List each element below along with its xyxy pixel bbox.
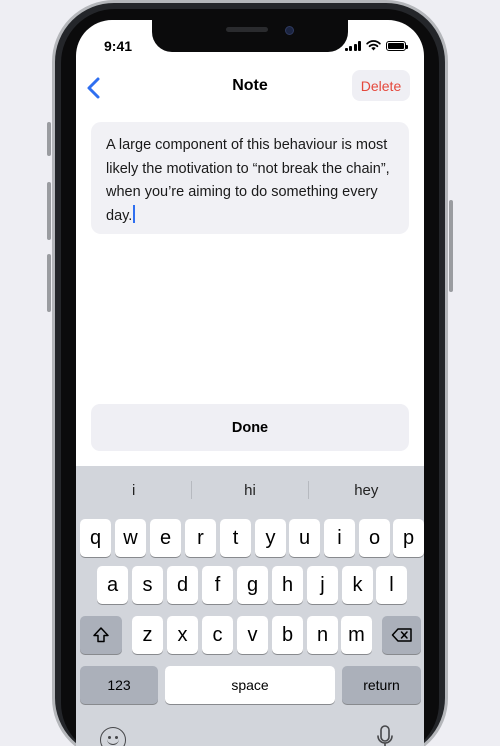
key-n[interactable]: n bbox=[307, 616, 338, 654]
suggestion-item[interactable]: i bbox=[76, 472, 191, 508]
key-j[interactable]: j bbox=[307, 566, 338, 604]
key-q[interactable]: q bbox=[80, 519, 111, 557]
key-h[interactable]: h bbox=[272, 566, 303, 604]
status-icons bbox=[344, 40, 408, 51]
note-text-value[interactable]: A large component of this behaviour is m… bbox=[106, 134, 395, 228]
key-f[interactable]: f bbox=[202, 566, 233, 604]
navigation-bar: Note Delete bbox=[76, 70, 424, 106]
note-text-field[interactable]: A large component of this behaviour is m… bbox=[91, 122, 409, 234]
key-o[interactable]: o bbox=[359, 519, 390, 557]
phone-screen: 9:41 Note Delete A large component of th… bbox=[76, 20, 424, 746]
key-v[interactable]: v bbox=[237, 616, 268, 654]
done-button[interactable]: Done bbox=[91, 404, 409, 451]
shift-icon bbox=[93, 627, 109, 643]
key-w[interactable]: w bbox=[115, 519, 146, 557]
notch bbox=[152, 20, 348, 52]
key-x[interactable]: x bbox=[167, 616, 198, 654]
backspace-icon bbox=[391, 628, 412, 642]
key-e[interactable]: e bbox=[150, 519, 181, 557]
shift-key[interactable] bbox=[80, 616, 122, 654]
power-button bbox=[449, 200, 453, 292]
key-c[interactable]: c bbox=[202, 616, 233, 654]
backspace-key[interactable] bbox=[382, 616, 421, 654]
key-k[interactable]: k bbox=[342, 566, 373, 604]
volume-down-button bbox=[47, 254, 51, 312]
numbers-key[interactable]: 123 bbox=[80, 666, 158, 704]
key-r[interactable]: r bbox=[185, 519, 216, 557]
microphone-icon[interactable] bbox=[375, 724, 395, 746]
suggestion-item[interactable]: hey bbox=[309, 472, 424, 508]
emoji-icon[interactable] bbox=[100, 727, 126, 746]
keyboard: i hi hey q w e r t y u i o p a s d f g h… bbox=[76, 466, 424, 746]
key-b[interactable]: b bbox=[272, 616, 303, 654]
volume-up-button bbox=[47, 182, 51, 240]
suggestion-item[interactable]: hi bbox=[192, 472, 307, 508]
silent-switch bbox=[47, 122, 51, 156]
key-u[interactable]: u bbox=[289, 519, 320, 557]
space-key[interactable]: space bbox=[165, 666, 335, 704]
delete-button[interactable]: Delete bbox=[352, 70, 410, 101]
cellular-signal-icon bbox=[344, 40, 361, 51]
key-t[interactable]: t bbox=[220, 519, 251, 557]
text-cursor bbox=[133, 204, 136, 223]
key-g[interactable]: g bbox=[237, 566, 268, 604]
key-s[interactable]: s bbox=[132, 566, 163, 604]
key-y[interactable]: y bbox=[255, 519, 286, 557]
note-text-content: A large component of this behaviour is m… bbox=[106, 137, 390, 224]
battery-icon bbox=[386, 40, 408, 51]
front-camera bbox=[285, 26, 294, 35]
suggestion-bar: i hi hey bbox=[76, 472, 424, 508]
key-l[interactable]: l bbox=[376, 566, 407, 604]
key-z[interactable]: z bbox=[132, 616, 163, 654]
wifi-icon bbox=[366, 40, 381, 51]
key-i[interactable]: i bbox=[324, 519, 355, 557]
key-d[interactable]: d bbox=[167, 566, 198, 604]
key-m[interactable]: m bbox=[341, 616, 372, 654]
speaker-grille bbox=[226, 27, 268, 32]
key-a[interactable]: a bbox=[97, 566, 128, 604]
key-p[interactable]: p bbox=[393, 519, 424, 557]
return-key[interactable]: return bbox=[342, 666, 421, 704]
status-time: 9:41 bbox=[104, 38, 133, 54]
